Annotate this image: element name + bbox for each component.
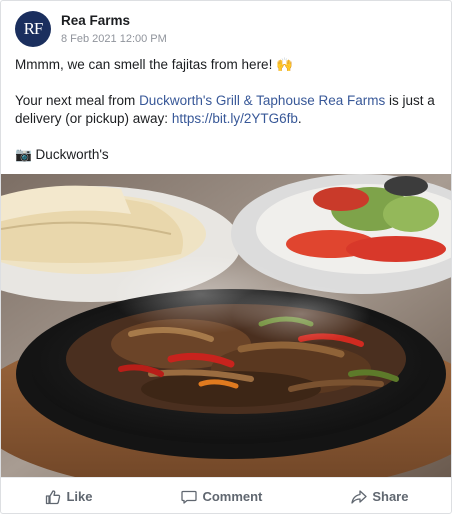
post-line-1: Mmmm, we can smell the fajitas from here… <box>15 57 293 72</box>
share-icon <box>351 489 367 505</box>
line2-end: . <box>297 111 302 126</box>
post-actions: Like Comment Share <box>1 477 451 513</box>
post-header: RF Rea Farms 8 Feb 2021 12:00 PM <box>15 11 167 47</box>
share-label: Share <box>372 489 409 504</box>
like-label: Like <box>66 489 93 504</box>
fajitas-photo <box>1 174 451 477</box>
comment-button[interactable]: Comment <box>181 489 262 505</box>
post-photo[interactable] <box>1 174 451 477</box>
share-button[interactable]: Share <box>351 489 408 505</box>
thumbs-up-icon <box>45 489 61 505</box>
post-line-2: Your next meal from Duckworth's Grill & … <box>15 92 439 128</box>
restaurant-link[interactable]: Duckworth's Grill & Taphouse Rea Farms <box>139 93 385 108</box>
comment-icon <box>181 489 198 505</box>
post-meta: Rea Farms 8 Feb 2021 12:00 PM <box>61 13 167 46</box>
comment-label: Comment <box>202 489 263 504</box>
post-text: Mmmm, we can smell the fajitas from here… <box>15 56 439 164</box>
avatar[interactable]: RF <box>15 11 51 47</box>
page-name[interactable]: Rea Farms <box>61 13 167 29</box>
post-card: RF Rea Farms 8 Feb 2021 12:00 PM Mmmm, w… <box>0 0 452 514</box>
like-button[interactable]: Like <box>45 489 92 505</box>
post-timestamp[interactable]: 8 Feb 2021 12:00 PM <box>61 33 167 46</box>
photo-credit: 📷 Duckworth's <box>15 147 109 162</box>
line2-prefix: Your next meal from <box>15 93 140 108</box>
url-link[interactable]: https://bit.ly/2YTG6fb <box>172 111 298 126</box>
